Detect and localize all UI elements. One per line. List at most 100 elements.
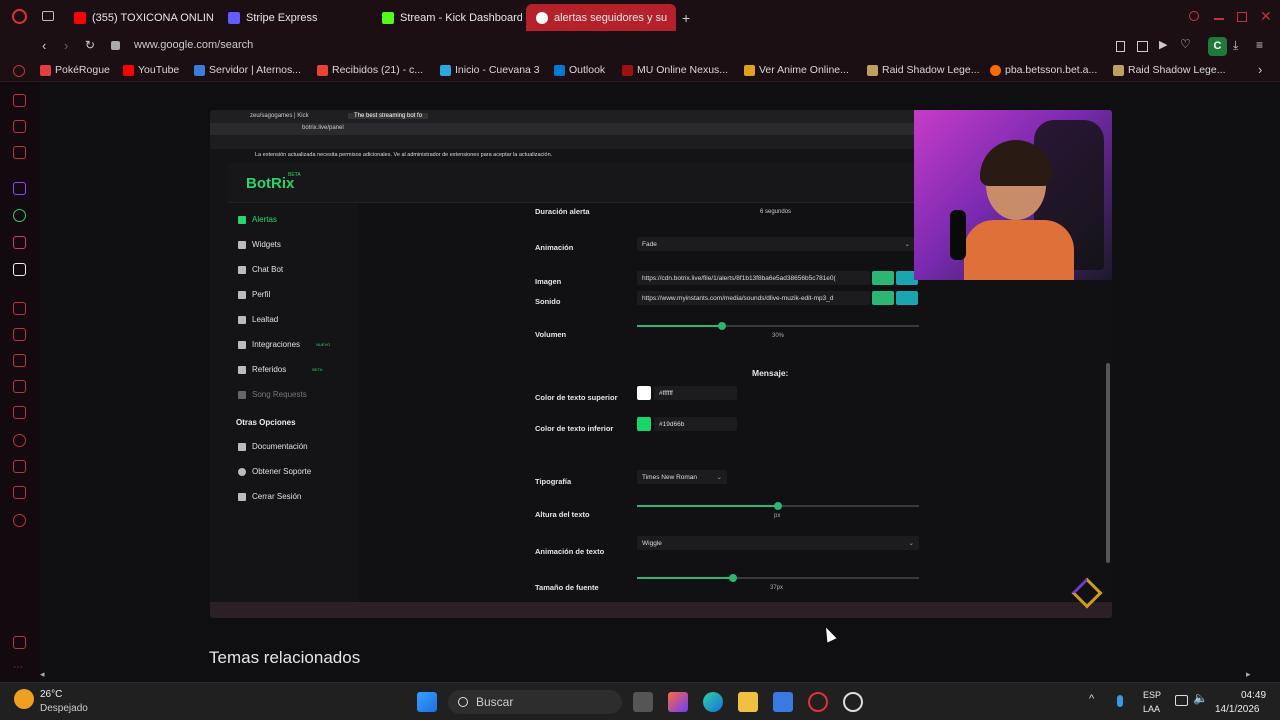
chevron-right-icon[interactable]: › — [1258, 62, 1262, 77]
animacion-texto-select[interactable]: Wiggle ⌄ — [637, 536, 919, 550]
sonido-input[interactable]: https://www.myinstants.com/media/sounds/… — [637, 291, 870, 305]
bookmark-raid-1[interactable]: Raid Shadow Lege... — [867, 64, 979, 76]
tab-stripe[interactable]: Stripe Express — [218, 4, 368, 31]
profile-avatar[interactable]: C — [1208, 37, 1227, 56]
url-field[interactable]: www.google.com/search — [134, 39, 253, 51]
menu-widgets[interactable]: Widgets — [238, 240, 281, 249]
new-tab-button[interactable]: + — [682, 10, 690, 26]
menu-lealtad[interactable]: Lealtad — [238, 315, 278, 324]
tab-youtube[interactable]: (355) TOXICONA ONLINE — [64, 4, 214, 31]
clock-time[interactable]: 04:49 — [1241, 690, 1266, 701]
play-icon[interactable]: ▶ — [1159, 38, 1167, 51]
horizontal-scrollbar[interactable]: ◂ ▸ — [40, 669, 1260, 680]
tab-google-active[interactable]: alertas seguidores y su — [526, 4, 676, 31]
menu-soporte[interactable]: Obtener Soporte — [238, 467, 311, 476]
maximize-icon[interactable] — [1237, 12, 1247, 22]
menu-cerrar-sesion[interactable]: Cerrar Sesión — [238, 492, 301, 501]
twitch-icon[interactable] — [13, 182, 26, 195]
opera-logo-icon[interactable] — [12, 9, 27, 24]
snapshot-icon[interactable] — [1137, 41, 1148, 52]
more-icon[interactable]: ⋯ — [13, 662, 23, 673]
copilot-icon[interactable] — [668, 692, 688, 712]
download-icon[interactable] — [13, 460, 26, 473]
bookmark-cuevana[interactable]: Inicio - Cuevana 3 — [440, 64, 540, 76]
windows-start-icon[interactable] — [417, 692, 437, 712]
menu-integraciones[interactable]: Integraciones NUEVO — [238, 340, 330, 349]
tab-manager-icon[interactable] — [42, 11, 54, 21]
history-icon[interactable] — [13, 65, 25, 77]
task-view-icon[interactable] — [633, 692, 653, 712]
color-inferior-input[interactable]: #19d66b — [654, 417, 737, 431]
language-top[interactable]: ESP — [1143, 690, 1161, 700]
volume-icon[interactable]: 🔈 — [1193, 691, 1208, 705]
edge-icon[interactable] — [703, 692, 723, 712]
bookmark-gmail[interactable]: Recibidos (21) - c... — [317, 64, 423, 76]
bookmark-aternos[interactable]: Servidor | Aternos... — [194, 64, 301, 76]
menu-song-requests[interactable]: Song Requests — [238, 390, 307, 399]
notes-icon[interactable] — [13, 354, 26, 367]
upload-sound-button[interactable] — [872, 291, 894, 305]
gallery-sound-button[interactable] — [896, 291, 918, 305]
menu-referidos[interactable]: Referidos BETA — [238, 365, 322, 374]
taskbar-search[interactable]: Buscar — [448, 690, 622, 714]
home-icon[interactable] — [13, 94, 26, 107]
bookmark-anime[interactable]: Ver Anime Online... — [744, 64, 849, 76]
network-icon[interactable] — [1175, 695, 1188, 706]
history-icon[interactable] — [13, 434, 26, 447]
bookmark-mu-online[interactable]: MU Online Nexus... — [622, 64, 728, 76]
steam-icon[interactable] — [843, 692, 863, 712]
altura-slider[interactable] — [637, 502, 919, 510]
tab-kick[interactable]: Stream - Kick Dashboard — [372, 4, 522, 31]
back-icon[interactable]: ‹ — [42, 38, 46, 53]
color-superior-swatch[interactable] — [637, 386, 651, 400]
upload-image-button[interactable] — [872, 271, 894, 285]
tipografia-select[interactable]: Times New Roman ⌄ — [637, 470, 727, 484]
forward-icon[interactable]: › — [64, 38, 68, 53]
color-superior-input[interactable]: #ffffff — [654, 386, 737, 400]
menu-alertas[interactable]: Alertas — [238, 215, 277, 224]
whatsapp-icon[interactable] — [13, 209, 26, 222]
chevron-up-icon[interactable]: ^ — [1089, 693, 1094, 705]
tiktok-icon[interactable] — [13, 263, 26, 276]
language-bottom[interactable]: LAA — [1143, 704, 1160, 714]
color-inferior-swatch[interactable] — [637, 417, 651, 431]
aria-icon[interactable] — [13, 120, 26, 133]
opera-gx-icon[interactable] — [808, 692, 828, 712]
scroll-right-icon[interactable]: ▸ — [1246, 669, 1251, 680]
slider-knob[interactable] — [728, 574, 737, 582]
bookmark-pokerogue[interactable]: PokéRogue — [40, 64, 110, 76]
animacion-select[interactable]: Fade ⌄ — [637, 237, 915, 251]
menu-documentacion[interactable]: Documentación — [238, 442, 308, 451]
extensions-icon[interactable] — [13, 486, 26, 499]
minimize-icon[interactable] — [1214, 18, 1224, 20]
scrollbar[interactable] — [1106, 363, 1110, 563]
slider-knob[interactable] — [774, 502, 782, 510]
instagram-icon[interactable] — [13, 236, 26, 249]
clock-date[interactable]: 14/1/2026 — [1215, 704, 1260, 715]
gmail-icon[interactable] — [13, 146, 26, 159]
close-icon[interactable]: ✕ — [1260, 8, 1272, 25]
pin-icon[interactable] — [13, 380, 26, 393]
settings-icon[interactable] — [13, 514, 26, 527]
tamano-slider[interactable] — [637, 574, 919, 582]
heart-icon[interactable]: ♡ — [1180, 37, 1191, 51]
gx-icon[interactable] — [13, 636, 26, 649]
video-frame[interactable]: zeu/sagogames | Kick The best streaming … — [210, 110, 1112, 618]
menu-perfil[interactable]: Perfil — [238, 290, 270, 299]
menu-icon[interactable]: ≡ — [1256, 38, 1263, 52]
bookmark-youtube[interactable]: YouTube — [123, 64, 179, 76]
search-icon[interactable] — [1189, 11, 1199, 21]
store-icon[interactable] — [773, 692, 793, 712]
volumen-slider[interactable] — [637, 322, 919, 330]
bookmark-raid-2[interactable]: Raid Shadow Lege... — [1113, 64, 1225, 76]
tabs-icon[interactable] — [13, 406, 26, 419]
apps-icon[interactable] — [13, 302, 26, 315]
pin-icon[interactable] — [1116, 41, 1125, 52]
file-explorer-icon[interactable] — [738, 692, 758, 712]
microphone-icon[interactable] — [1117, 695, 1123, 707]
bookmark-outlook[interactable]: Outlook — [554, 64, 605, 76]
weather-icon[interactable] — [14, 689, 34, 709]
reload-icon[interactable]: ↻ — [85, 38, 95, 52]
menu-chat-bot[interactable]: Chat Bot — [238, 265, 283, 274]
bookmark-betsson[interactable]: pba.betsson.bet.a... — [990, 64, 1097, 76]
